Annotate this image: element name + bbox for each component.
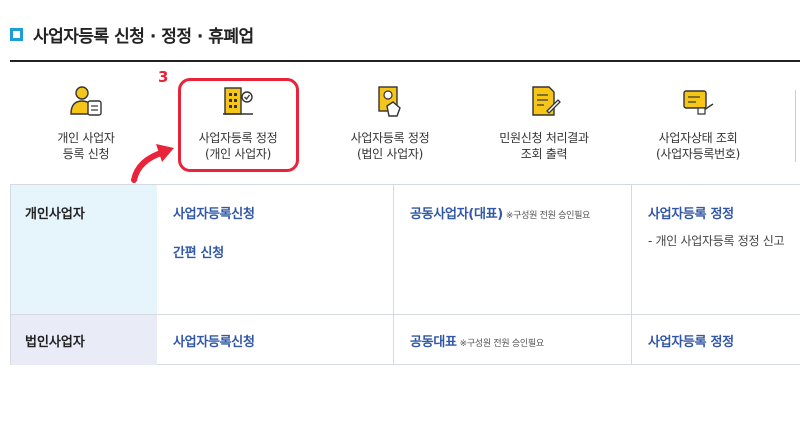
correct-description: - 개인 사업자등록 정정 신고 <box>648 234 785 248</box>
simple-apply-link[interactable]: 간편 신청 <box>173 242 224 261</box>
service-table: 개인사업자 사업자등록신청 간편 신청 공동사업자(대표) ※구성원 전원 승인필… <box>10 184 800 365</box>
individual-register-link[interactable]: 사업자등록신청 <box>173 203 255 222</box>
menu-label: 민원신청 처리결과 조회 출력 <box>499 131 589 161</box>
person-badge-icon <box>70 86 102 116</box>
card-search-icon <box>683 90 714 115</box>
document-hand-icon <box>378 86 401 117</box>
pointer-arrow-icon <box>131 144 174 183</box>
page-title: 사업자등록 신청 · 정정 · 휴폐업 <box>33 27 254 47</box>
title-square-icon <box>10 28 23 41</box>
approval-note: ※구성원 전원 승인필요 <box>505 211 591 221</box>
menu-item-status-check[interactable]: 사업자상태 조회 (사업자등록번호) <box>628 62 768 180</box>
table-row: 법인사업자 사업자등록신청 공동대표 ※구성원 전원 승인필요 사업자등록 정정 <box>11 315 800 365</box>
corporate-register-link[interactable]: 사업자등록신청 <box>173 331 255 350</box>
row-header: 법인사업자 <box>11 315 157 365</box>
table-cell: 공동사업자(대표) ※구성원 전원 승인필요 <box>393 185 631 314</box>
step-number: 3 <box>158 68 169 86</box>
approval-note: ※구성원 전원 승인필요 <box>459 339 544 349</box>
row-header: 개인사업자 <box>11 185 157 314</box>
table-row: 개인사업자 사업자등록신청 간편 신청 공동사업자(대표) ※구성원 전원 승인필… <box>11 185 800 315</box>
table-cell: 사업자등록 정정 <box>631 315 800 365</box>
table-cell: 사업자등록신청 간편 신청 <box>157 185 393 314</box>
page-title-bar: 사업자등록 신청 · 정정 · 휴폐업 <box>10 22 254 47</box>
joint-business-link[interactable]: 공동사업자(대표) <box>410 203 503 222</box>
highlight-box <box>178 78 299 172</box>
menu-separator <box>795 90 796 162</box>
table-cell: 공동대표 ※구성원 전원 승인필요 <box>393 315 631 365</box>
menu-item-corporate-correct[interactable]: 사업자등록 정정 (법인 사업자) <box>320 62 460 180</box>
menu-label: 사업자등록 정정 (법인 사업자) <box>350 131 430 161</box>
menu-label: 사업자상태 조회 (사업자등록번호) <box>656 131 740 161</box>
corporate-correct-link[interactable]: 사업자등록 정정 <box>648 331 734 350</box>
table-cell: 사업자등록 정정 - 개인 사업자등록 정정 신고 <box>631 185 800 314</box>
document-pen-icon <box>532 86 561 116</box>
joint-representative-link[interactable]: 공동대표 <box>410 331 457 350</box>
table-cell: 사업자등록신청 <box>157 315 393 365</box>
individual-correct-link[interactable]: 사업자등록 정정 <box>648 203 734 222</box>
service-menu: 개인 사업자 등록 신청 사업자등록 정정 (개인 사업자) 사업자등록 정정 (법인… <box>0 62 800 180</box>
menu-item-result-print[interactable]: 민원신청 처리결과 조회 출력 <box>474 62 614 180</box>
